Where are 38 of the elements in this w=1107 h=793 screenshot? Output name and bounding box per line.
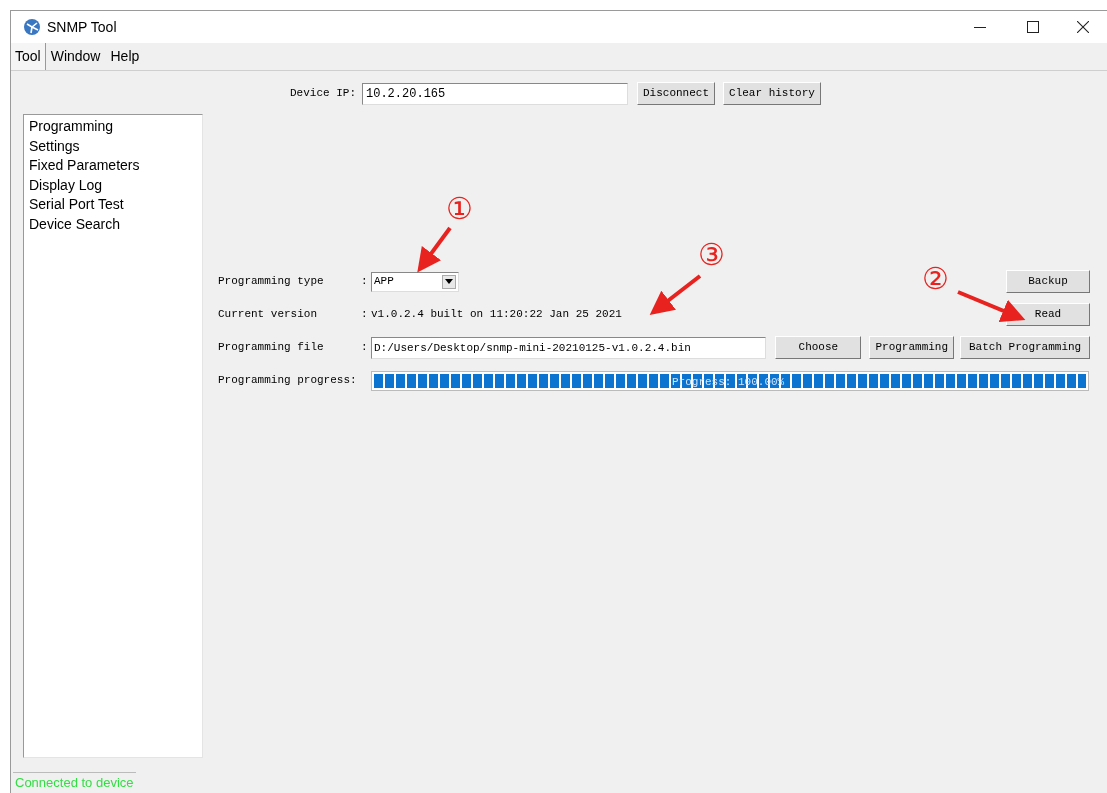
field-label: Programming file: [218, 340, 325, 356]
maximize-icon[interactable]: [1027, 21, 1039, 33]
dropdown-arrow-icon: [445, 279, 453, 284]
menu-item[interactable]: Help: [105, 43, 145, 70]
separator-text: :: [361, 307, 369, 323]
menu-item[interactable]: Window: [45, 43, 106, 70]
sidebar-item[interactable]: Device Search: [29, 214, 202, 234]
sidebar-item[interactable]: Settings: [29, 136, 202, 156]
arrow: [417, 226, 452, 273]
field-label: Programming type: [218, 274, 325, 290]
field-label: Current version: [218, 307, 319, 323]
file-path-field[interactable]: D:/Users/Desktop/snmp-mini-20210125-v1.0.2.4.bin: [371, 336, 767, 359]
field-label: Device IP:: [290, 86, 356, 102]
dropdown[interactable]: APP: [371, 271, 459, 292]
app-icon: [23, 18, 41, 36]
arrow: [957, 290, 1026, 322]
menu-item[interactable]: Tool: [11, 43, 46, 70]
version-text: v1.0.2.4 built on 11:20:22 Jan 25 2021: [371, 307, 622, 323]
button[interactable]: Choose: [775, 336, 862, 359]
button[interactable]: Clear history: [723, 82, 821, 105]
arrow: [649, 274, 702, 315]
button[interactable]: Programming: [869, 336, 955, 359]
ip-field[interactable]: 10.2.20.165: [362, 82, 628, 105]
sidebar-item[interactable]: Fixed Parameters: [29, 156, 202, 176]
callout-number: ③: [698, 238, 725, 272]
sidebar-item[interactable]: Display Log: [29, 175, 202, 195]
separator-text: :: [361, 274, 369, 290]
button[interactable]: Batch Programming: [960, 336, 1090, 359]
field-label: Programming progress:: [218, 373, 358, 389]
close-icon[interactable]: [1077, 21, 1089, 33]
sidebar-item[interactable]: Serial Port Test: [29, 195, 202, 215]
button[interactable]: Backup: [1006, 270, 1090, 293]
sidebar-item[interactable]: Programming: [29, 117, 202, 137]
callout-number: ②: [922, 262, 949, 296]
separator-text: :: [361, 340, 369, 356]
button[interactable]: Disconnect: [637, 82, 716, 105]
window-title: SNMP Tool: [47, 17, 117, 37]
callout-number: ①: [446, 192, 473, 226]
